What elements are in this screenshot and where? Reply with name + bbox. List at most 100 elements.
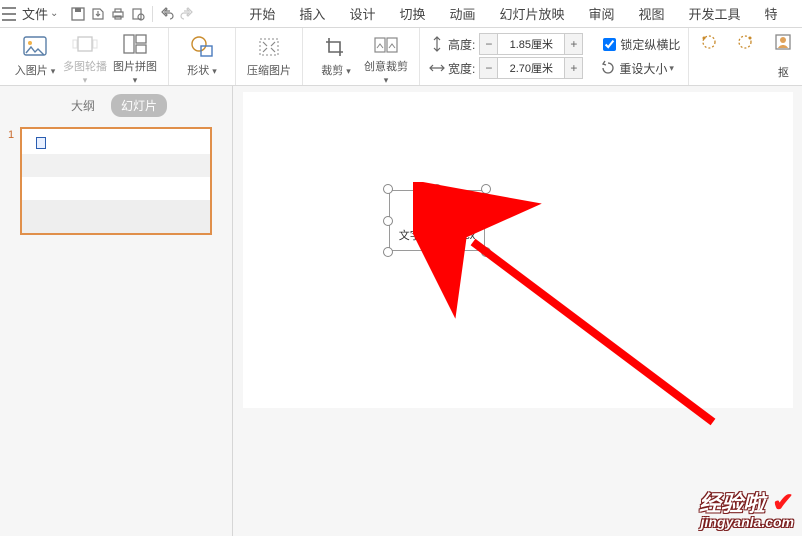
menu-bar: 文件 ⌄ 开始 插入 设计 (0, 0, 802, 28)
tab-transition[interactable]: 切换 (387, 0, 437, 27)
handle-top[interactable] (432, 184, 442, 194)
group-shape: 形状 ▾ (169, 28, 236, 85)
slide-number: 1 (8, 127, 20, 141)
tab-design[interactable]: 设计 (337, 0, 387, 27)
multi-image-label: 多图轮播 ▾ (60, 58, 110, 86)
tab-developer[interactable]: 开发工具 (677, 0, 753, 27)
reset-size-row[interactable]: 重设大小 ▾ (599, 56, 680, 80)
redo-icon[interactable] (177, 4, 197, 24)
width-input[interactable] (498, 58, 564, 78)
print-preview-icon[interactable] (128, 4, 148, 24)
crop-button[interactable]: 裁剪 ▾ (311, 32, 361, 83)
chevron-down-icon: ▾ (669, 63, 674, 74)
handle-bottom-right[interactable] (481, 247, 491, 257)
width-stepper[interactable]: − + (479, 57, 583, 79)
chevron-down-icon: ⌄ (50, 8, 58, 19)
ribbon: 入图片 ▾ 多图轮播 ▾ 图片拼图 ▾ 形状 ▾ 压缩图片 (0, 28, 802, 86)
compress-button[interactable]: 压缩图片 (244, 32, 294, 83)
handle-top-right[interactable] (481, 184, 491, 194)
tab-insert[interactable]: 插入 (287, 0, 337, 27)
rotate-right-button[interactable] (733, 32, 757, 52)
group-size: 高度: − + 宽度: − + (420, 28, 689, 85)
rotate-left-icon (699, 32, 719, 52)
file-menu[interactable]: 文件 ⌄ (18, 4, 62, 23)
group-right: 抠 (689, 28, 801, 85)
creative-crop-button[interactable]: 创意裁剪 ▾ (361, 32, 411, 83)
slide-thumbnail[interactable] (20, 127, 212, 235)
file-label: 文件 (22, 4, 48, 23)
thumbnail-embedded-icon (36, 137, 46, 149)
shape-icon (189, 34, 215, 60)
image-collage-label: 图片拼图 ▾ (110, 58, 160, 86)
embedded-object[interactable]: W 文字文稿1.docx (389, 190, 485, 251)
embedded-object-selection[interactable]: W 文字文稿1.docx (383, 184, 491, 257)
watermark-check-icon: ✔ (772, 487, 794, 517)
save-icon[interactable] (68, 4, 88, 24)
image-collage-button[interactable]: 图片拼图 ▾ (110, 32, 160, 83)
width-icon (428, 61, 446, 75)
export-icon[interactable] (88, 4, 108, 24)
lock-aspect-checkbox[interactable] (603, 38, 616, 51)
handle-bottom-left[interactable] (383, 247, 393, 257)
tab-slideshow[interactable]: 幻灯片放映 (487, 0, 576, 27)
tab-animation[interactable]: 动画 (437, 0, 487, 27)
rotate-left-button[interactable] (697, 32, 721, 52)
compress-label: 压缩图片 (247, 62, 291, 78)
size-controls: 高度: − + 宽度: − + (428, 32, 593, 80)
matting-button[interactable]: 抠 (769, 32, 797, 80)
tab-home[interactable]: 开始 (237, 0, 287, 27)
height-label: 高度: (448, 36, 475, 53)
lock-aspect-row[interactable]: 锁定纵横比 (599, 32, 680, 56)
shape-button[interactable]: 形状 ▾ (177, 32, 227, 83)
carousel-icon (72, 34, 98, 56)
word-file-icon: W (427, 199, 447, 223)
width-increment[interactable]: + (564, 58, 582, 78)
lock-aspect-label: 锁定纵横比 (620, 36, 680, 53)
handle-left[interactable] (383, 216, 393, 226)
slide-thumbnail-row: 1 (0, 127, 232, 235)
image-icon (22, 34, 48, 60)
crop-icon (323, 34, 349, 60)
outline-tab[interactable]: 大纲 (65, 94, 101, 117)
matting-icon (773, 32, 793, 52)
watermark: 经验啦 ✔ jingyanla.com (699, 486, 794, 530)
height-stepper[interactable]: − + (479, 33, 583, 55)
qat-separator (152, 6, 153, 22)
reset-icon (599, 59, 617, 77)
crop-label: 裁剪 ▾ (321, 62, 351, 78)
thumbnail-band2 (22, 200, 210, 233)
print-icon[interactable] (108, 4, 128, 24)
thumbnail-band1 (22, 154, 210, 177)
reset-size-label: 重设大小 (619, 60, 667, 77)
compress-icon (256, 34, 282, 60)
height-row: 高度: − + (428, 32, 583, 56)
collage-icon (122, 34, 148, 56)
multi-image-button[interactable]: 多图轮播 ▾ (60, 32, 110, 83)
group-compress: 压缩图片 (236, 28, 303, 85)
undo-icon[interactable] (157, 4, 177, 24)
creative-crop-icon (373, 34, 399, 56)
height-decrement[interactable]: − (480, 34, 498, 54)
creative-crop-label: 创意裁剪 ▾ (361, 58, 411, 86)
slide[interactable]: W 文字文稿1.docx (243, 92, 793, 408)
handle-right[interactable] (481, 216, 491, 226)
embedded-filename: 文字文稿1.docx (390, 227, 484, 243)
shape-label: 形状 ▾ (187, 62, 217, 78)
handle-bottom[interactable] (432, 247, 442, 257)
slides-tab[interactable]: 幻灯片 (111, 94, 167, 117)
matting-label: 抠 (778, 64, 789, 80)
width-decrement[interactable]: − (480, 58, 498, 78)
insert-image-button[interactable]: 入图片 ▾ (10, 32, 60, 83)
height-increment[interactable]: + (564, 34, 582, 54)
group-crop: 裁剪 ▾ 创意裁剪 ▾ (303, 28, 420, 85)
tab-view[interactable]: 视图 (627, 0, 677, 27)
canvas[interactable]: W 文字文稿1.docx (233, 86, 802, 536)
hamburger-icon[interactable] (2, 7, 16, 21)
handle-top-left[interactable] (383, 184, 393, 194)
height-input[interactable] (498, 34, 564, 54)
tab-review[interactable]: 审阅 (577, 0, 627, 27)
group-images: 入图片 ▾ 多图轮播 ▾ 图片拼图 ▾ (2, 28, 169, 85)
tab-extra[interactable]: 特 (753, 0, 790, 27)
slide-panel: 大纲 幻灯片 1 (0, 86, 233, 536)
watermark-url: jingyanla.com (699, 514, 794, 530)
